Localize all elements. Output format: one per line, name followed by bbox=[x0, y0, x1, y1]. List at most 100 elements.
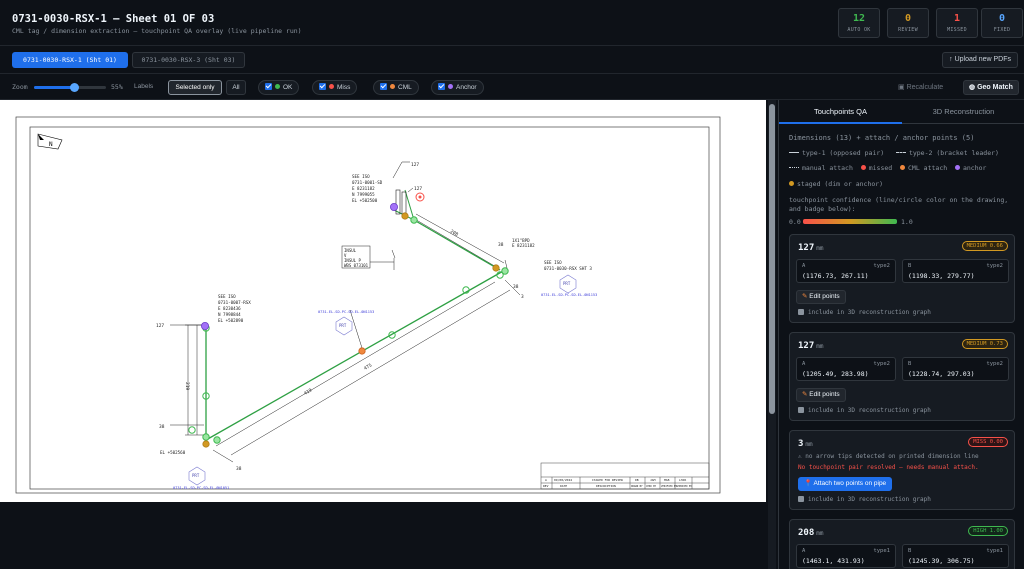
solid-line-icon bbox=[789, 152, 799, 153]
missed-dot-icon bbox=[860, 165, 866, 170]
panel-tabs: Touchpoints QA 3D Reconstruction bbox=[779, 100, 1024, 124]
insulation-note: INSUL V INSUL P WBS 073101 bbox=[341, 245, 371, 269]
spool-upper bbox=[395, 189, 407, 215]
dimension-card[interactable]: 208 mm HIGH 1.00 Atype1 (1463.1, 431.93) B… bbox=[789, 519, 1015, 569]
svg-text:ISSUED FOR REVIEW: ISSUED FOR REVIEW bbox=[592, 478, 623, 482]
svg-text:A: A bbox=[545, 478, 547, 482]
toggle-miss[interactable]: Miss bbox=[312, 80, 358, 95]
svg-text:PRT: PRT bbox=[563, 281, 571, 286]
toolbar: Zoom 55% Labels Selected only All OK Mis… bbox=[0, 74, 1024, 100]
cml-tag-hexagons bbox=[188, 274, 577, 486]
svg-text:0731-0007-RSX: 0731-0007-RSX bbox=[218, 300, 251, 305]
dimension-value: 127 mm bbox=[798, 341, 824, 351]
svg-text:127: 127 bbox=[156, 323, 164, 329]
svg-text:0731-EL-SD-PC-SD-EL-0N1051: 0731-EL-SD-PC-SD-EL-0N1051 bbox=[173, 486, 229, 490]
page-subtitle: CML tag / dimension extraction — touchpo… bbox=[12, 27, 302, 35]
stat-fixed: 0 FIXED bbox=[981, 8, 1023, 38]
canvas-scrollbar[interactable] bbox=[768, 100, 776, 569]
canvas-scrollbar-thumb[interactable] bbox=[769, 104, 775, 414]
svg-text:WBS 073101: WBS 073101 bbox=[344, 263, 369, 268]
svg-text:38: 38 bbox=[498, 242, 504, 248]
svg-text:EL +502890: EL +502890 bbox=[218, 318, 244, 323]
svg-text:219: 219 bbox=[184, 382, 190, 390]
tab-3d-reconstruction[interactable]: 3D Reconstruction bbox=[902, 100, 1024, 124]
svg-text:DB: DB bbox=[635, 478, 639, 482]
include-3d-checkbox[interactable]: include in 3D reconstruction graph bbox=[798, 496, 931, 503]
confidence-note: touchpoint confidence (line/circle color… bbox=[789, 196, 1009, 213]
svg-text:N: N bbox=[49, 141, 53, 148]
recalculate-button[interactable]: ▣ Recalculate bbox=[898, 83, 943, 91]
dimension-value: 3 mm bbox=[798, 439, 813, 449]
edit-points-button[interactable]: ✎ Edit points bbox=[796, 290, 846, 304]
stat-missed: 1 MISSED bbox=[936, 8, 978, 38]
include-3d-checkbox[interactable]: include in 3D reconstruction graph bbox=[798, 407, 931, 414]
touchpoint-a: Atype1 (1463.1, 431.93) bbox=[796, 544, 896, 568]
labels-selected-only-button[interactable]: Selected only bbox=[168, 80, 222, 95]
dimension-value: 208 mm bbox=[798, 528, 824, 538]
checkbox-icon bbox=[438, 83, 445, 90]
zoom-slider[interactable] bbox=[34, 83, 106, 92]
warning-text: ⚠ no arrow tips detected on printed dime… bbox=[798, 453, 979, 460]
svg-text:0731-0001-SD: 0731-0001-SD bbox=[352, 180, 383, 185]
svg-text:127: 127 bbox=[414, 186, 422, 192]
svg-text:DATE: DATE bbox=[560, 484, 567, 488]
pin-icon: 📍 bbox=[804, 480, 813, 487]
svg-text:38: 38 bbox=[159, 424, 165, 430]
svg-text:E 8230436: E 8230436 bbox=[218, 306, 241, 311]
labels-label: Labels bbox=[134, 83, 154, 90]
svg-text:PRT: PRT bbox=[339, 323, 347, 328]
confidence-badge: MEDIUM 0.73 bbox=[961, 339, 1008, 349]
zoom-slider-thumb[interactable] bbox=[69, 83, 79, 92]
globe-icon: ◍ bbox=[969, 84, 976, 91]
svg-text:MAB: MAB bbox=[664, 478, 670, 482]
tab-sheet-03[interactable]: 0731-0030-RSX-3 (Sht 03) bbox=[132, 52, 245, 68]
svg-text:475: 475 bbox=[363, 362, 373, 371]
touchpoint-b: Btype1 (1245.39, 306.75) bbox=[902, 544, 1009, 568]
drawing-notes: SEE ISO 0731-0001-SD E 8231182 N 7999055… bbox=[160, 174, 592, 455]
geo-match-button[interactable]: ◍ Geo Match bbox=[963, 80, 1019, 95]
north-arrow-icon: N bbox=[37, 133, 63, 150]
svg-text:E 8231182: E 8231182 bbox=[512, 243, 535, 248]
zoom-value: 55% bbox=[111, 83, 123, 91]
checkbox-icon bbox=[798, 309, 804, 315]
toggle-ok[interactable]: OK bbox=[258, 80, 300, 95]
legend-row-2: manual attach missed CML attach anchor bbox=[789, 164, 986, 172]
toggle-anchor[interactable]: Anchor bbox=[431, 80, 484, 95]
drawing-viewport[interactable]: N PRT PRT PRT 0731-EL-SD-PC-SD-EL-0N1153… bbox=[0, 100, 778, 569]
tab-touchpoints-qa[interactable]: Touchpoints QA bbox=[779, 100, 902, 124]
upload-pdfs-button[interactable]: ↑ Upload new PDFs bbox=[942, 52, 1018, 68]
svg-text:PRT: PRT bbox=[192, 473, 200, 478]
svg-text:N 7998844: N 7998844 bbox=[218, 312, 241, 317]
sheet-tabbar: 0731-0030-RSX-1 (Sht 01) 0731-0030-RSX-3… bbox=[0, 46, 1024, 74]
zoom-slider-fill bbox=[34, 86, 74, 89]
miss-dot-icon bbox=[329, 84, 334, 89]
edit-points-button[interactable]: ✎ Edit points bbox=[796, 388, 846, 402]
labels-all-button[interactable]: All bbox=[226, 80, 246, 95]
dimension-card[interactable]: 127 mm MEDIUM 0.66 Atype2 (1176.73, 267.11… bbox=[789, 234, 1015, 323]
pencil-icon: ✎ bbox=[802, 293, 808, 300]
stat-auto-ok: 12 AUTO OK bbox=[838, 8, 880, 38]
svg-text:0731-EL-SD-PC-SD-EL-0N1153: 0731-EL-SD-PC-SD-EL-0N1153 bbox=[318, 310, 374, 314]
touchpoint-b: Btype2 (1228.74, 297.03) bbox=[902, 357, 1009, 381]
pencil-icon: ✎ bbox=[802, 391, 808, 398]
svg-text:3: 3 bbox=[521, 294, 524, 300]
svg-text:CHKD BY: CHKD BY bbox=[646, 485, 657, 488]
attach-points-button[interactable]: 📍 Attach two points on pipe bbox=[798, 477, 893, 491]
drawing-sheet[interactable]: N PRT PRT PRT 0731-EL-SD-PC-SD-EL-0N1153… bbox=[0, 100, 766, 502]
page-title: 0731-0030-RSX-1 — Sheet 01 OF 03 bbox=[12, 13, 215, 25]
checkbox-icon bbox=[798, 496, 804, 502]
error-text: No touchpoint pair resolved — needs manu… bbox=[798, 464, 979, 471]
touchpoint-b: Btype2 (1198.33, 279.77) bbox=[902, 259, 1009, 283]
isometric-drawing[interactable]: N PRT PRT PRT 0731-EL-SD-PC-SD-EL-0N1153… bbox=[0, 100, 766, 502]
dimension-card-missed[interactable]: 3 mm MISS 0.00 ⚠ no arrow tips detected o… bbox=[789, 430, 1015, 510]
dimension-card[interactable]: 127 mm MEDIUM 0.73 Atype2 (1205.49, 283.98… bbox=[789, 332, 1015, 421]
include-3d-checkbox[interactable]: include in 3D reconstruction graph bbox=[798, 309, 931, 316]
svg-text:VERIFIED BY: VERIFIED BY bbox=[661, 485, 677, 488]
checkbox-icon bbox=[380, 83, 387, 90]
svg-text:SEE ISO: SEE ISO bbox=[544, 260, 562, 265]
svg-text:127: 127 bbox=[411, 162, 419, 168]
svg-text:LHJR: LHJR bbox=[679, 478, 686, 482]
cml-dot-icon bbox=[900, 165, 906, 170]
toggle-cml[interactable]: CML bbox=[373, 80, 419, 95]
tab-sheet-01[interactable]: 0731-0030-RSX-1 (Sht 01) bbox=[12, 52, 128, 68]
